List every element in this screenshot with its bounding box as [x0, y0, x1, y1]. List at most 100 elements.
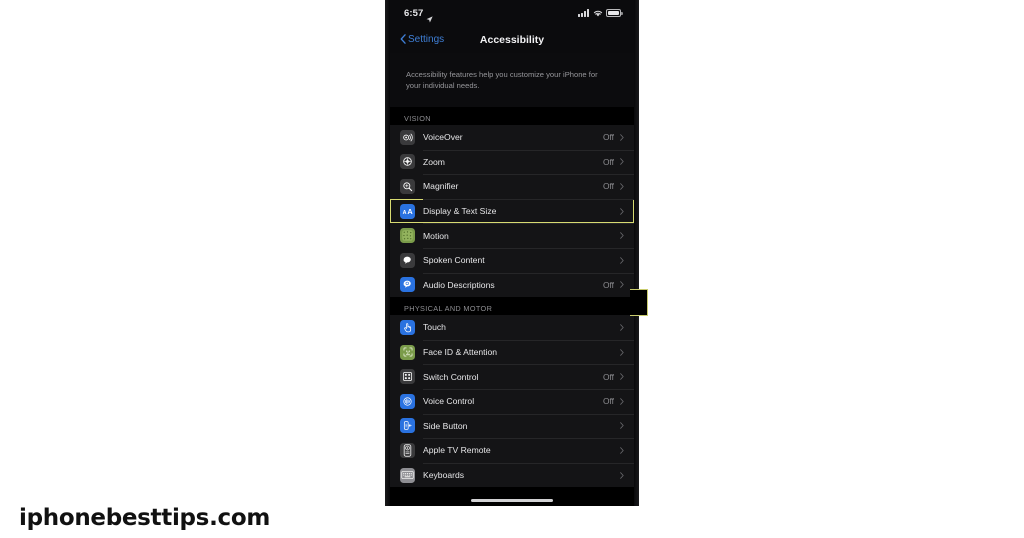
settings-row-magnifier[interactable]: Magnifier Off: [390, 174, 634, 199]
apple-tv-remote-icon: [400, 442, 415, 458]
intro-block: Accessibility features help you customiz…: [390, 53, 634, 107]
settings-row-value: Off: [602, 132, 614, 143]
settings-row-label: Switch Control: [423, 371, 479, 382]
display-text-size-icon: AA: [400, 203, 415, 219]
chevron-right-icon: [620, 232, 624, 239]
svg-text:A: A: [402, 210, 406, 216]
settings-row-label: VoiceOver: [423, 132, 463, 143]
settings-row-label: Zoom: [423, 156, 445, 167]
settings-row-spoken-content[interactable]: Spoken Content: [390, 247, 634, 273]
chevron-right-icon: [620, 158, 624, 166]
section-header: VISION: [390, 107, 634, 125]
chevron-right-icon: [620, 324, 624, 331]
settings-row-label: Magnifier: [423, 181, 459, 192]
settings-row-label: Motion: [423, 230, 449, 241]
section-header: PHYSICAL AND MOTOR: [390, 297, 634, 316]
chevron-right-icon: [620, 324, 624, 331]
settings-row-label: Display & Text Size: [423, 206, 497, 217]
face-id-icon: [400, 344, 415, 360]
settings-row-label: Voice Control: [423, 396, 475, 407]
switch-control-icon: [400, 369, 415, 385]
chevron-right-icon: [620, 256, 624, 264]
touch-icon: [400, 319, 415, 335]
chevron-right-icon: [620, 373, 624, 380]
chevron-right-icon: [620, 422, 624, 430]
settings-row-label: Spoken Content: [423, 255, 485, 266]
chevron-right-icon: [620, 256, 624, 264]
chevron-left-icon: [400, 31, 406, 49]
spoken-content-icon: [400, 252, 415, 268]
settings-row-side-button[interactable]: Side Button: [390, 413, 634, 439]
settings-row-value: Off: [602, 279, 614, 290]
keyboards-icon: [400, 467, 415, 483]
iphone-screen: 6:57 Settings Accessibility Accessibilit…: [390, 0, 634, 506]
settings-sections: VISION VoiceOver Off Zoom Off Magnifier Off A A D…: [390, 107, 634, 488]
clipped-highlight-box: [630, 289, 648, 316]
chevron-right-icon: [620, 158, 624, 166]
settings-row-audio-descriptions[interactable]: Audio Descriptions Off: [390, 272, 634, 298]
chevron-right-icon: [620, 397, 624, 405]
cellular-bars-icon: [578, 9, 589, 17]
battery-icon: [606, 9, 623, 17]
settings-group: VoiceOver Off Zoom Off Magnifier Off A A Display…: [390, 125, 634, 298]
chevron-right-icon: [620, 232, 624, 239]
settings-list[interactable]: Accessibility features help you customiz…: [390, 53, 634, 506]
voice-control-icon: [400, 393, 415, 409]
settings-row-label: Side Button: [423, 420, 468, 431]
settings-row-label: Audio Descriptions: [423, 279, 495, 290]
chevron-right-icon: [620, 183, 624, 190]
chevron-right-icon: [620, 207, 624, 215]
chevron-right-icon: [620, 207, 624, 215]
chevron-right-icon: [620, 422, 624, 430]
chevron-right-icon: [620, 447, 624, 454]
back-button-label: Settings: [408, 34, 445, 45]
settings-row-touch[interactable]: Touch: [390, 315, 634, 340]
home-indicator[interactable]: [471, 499, 553, 502]
settings-row-voice-control[interactable]: Voice Control Off: [390, 388, 634, 414]
chevron-right-icon: [620, 373, 624, 380]
settings-row-apple-tv-remote[interactable]: Apple TV Remote: [390, 438, 634, 463]
settings-row-keyboards[interactable]: Keyboards: [390, 462, 634, 488]
settings-row-display-text-size[interactable]: A A Display & Text Size: [390, 198, 634, 224]
chevron-right-icon: [620, 397, 624, 405]
screenshot-canvas: 6:57 Settings Accessibility Accessibilit…: [0, 0, 1024, 538]
status-bar-left: 6:57: [404, 7, 434, 22]
home-indicator-area: [390, 492, 634, 506]
audio-descriptions-icon: [400, 277, 415, 293]
chevron-right-icon: [620, 134, 624, 141]
status-bar-right: [578, 4, 623, 22]
location-arrow-icon: [426, 10, 434, 22]
back-button[interactable]: Settings: [400, 31, 444, 49]
settings-row-switch-control[interactable]: Switch Control Off: [390, 364, 634, 389]
settings-row-voiceover[interactable]: VoiceOver Off: [390, 125, 634, 150]
settings-row-face-id-attention[interactable]: Face ID & Attention: [390, 339, 634, 365]
status-bar-clock: 6:57: [404, 7, 424, 19]
zoom-icon: [400, 154, 415, 170]
settings-row-label: Apple TV Remote: [423, 445, 491, 456]
chevron-right-icon: [620, 471, 624, 479]
device-bezel-right: [634, 0, 639, 506]
svg-text:A: A: [407, 207, 413, 216]
chevron-right-icon: [620, 183, 624, 190]
chevron-right-icon: [620, 281, 624, 289]
watermark-text: iphonebesttips.com: [19, 505, 271, 531]
chevron-right-icon: [620, 471, 624, 479]
settings-row-value: Off: [602, 181, 614, 192]
chevron-right-icon: [620, 348, 624, 356]
chevron-right-icon: [620, 281, 624, 289]
chevron-right-icon: [620, 348, 624, 356]
settings-row-value: Off: [602, 396, 614, 407]
iphone-device-frame: 6:57 Settings Accessibility Accessibilit…: [385, 0, 639, 506]
chevron-right-icon: [620, 447, 624, 454]
side-button-icon: [400, 418, 415, 434]
settings-row-label: Keyboards: [423, 470, 465, 481]
accessibility-intro-text: Accessibility features help you customiz…: [406, 70, 598, 90]
wifi-icon: [593, 4, 603, 22]
settings-row-zoom[interactable]: Zoom Off: [390, 149, 634, 175]
settings-row-label: Face ID & Attention: [423, 347, 498, 358]
motion-icon: [400, 228, 415, 244]
settings-row-value: Off: [602, 156, 614, 167]
settings-row-value: Off: [602, 371, 614, 382]
settings-row-motion[interactable]: Motion: [390, 223, 634, 248]
chevron-right-icon: [620, 134, 624, 141]
